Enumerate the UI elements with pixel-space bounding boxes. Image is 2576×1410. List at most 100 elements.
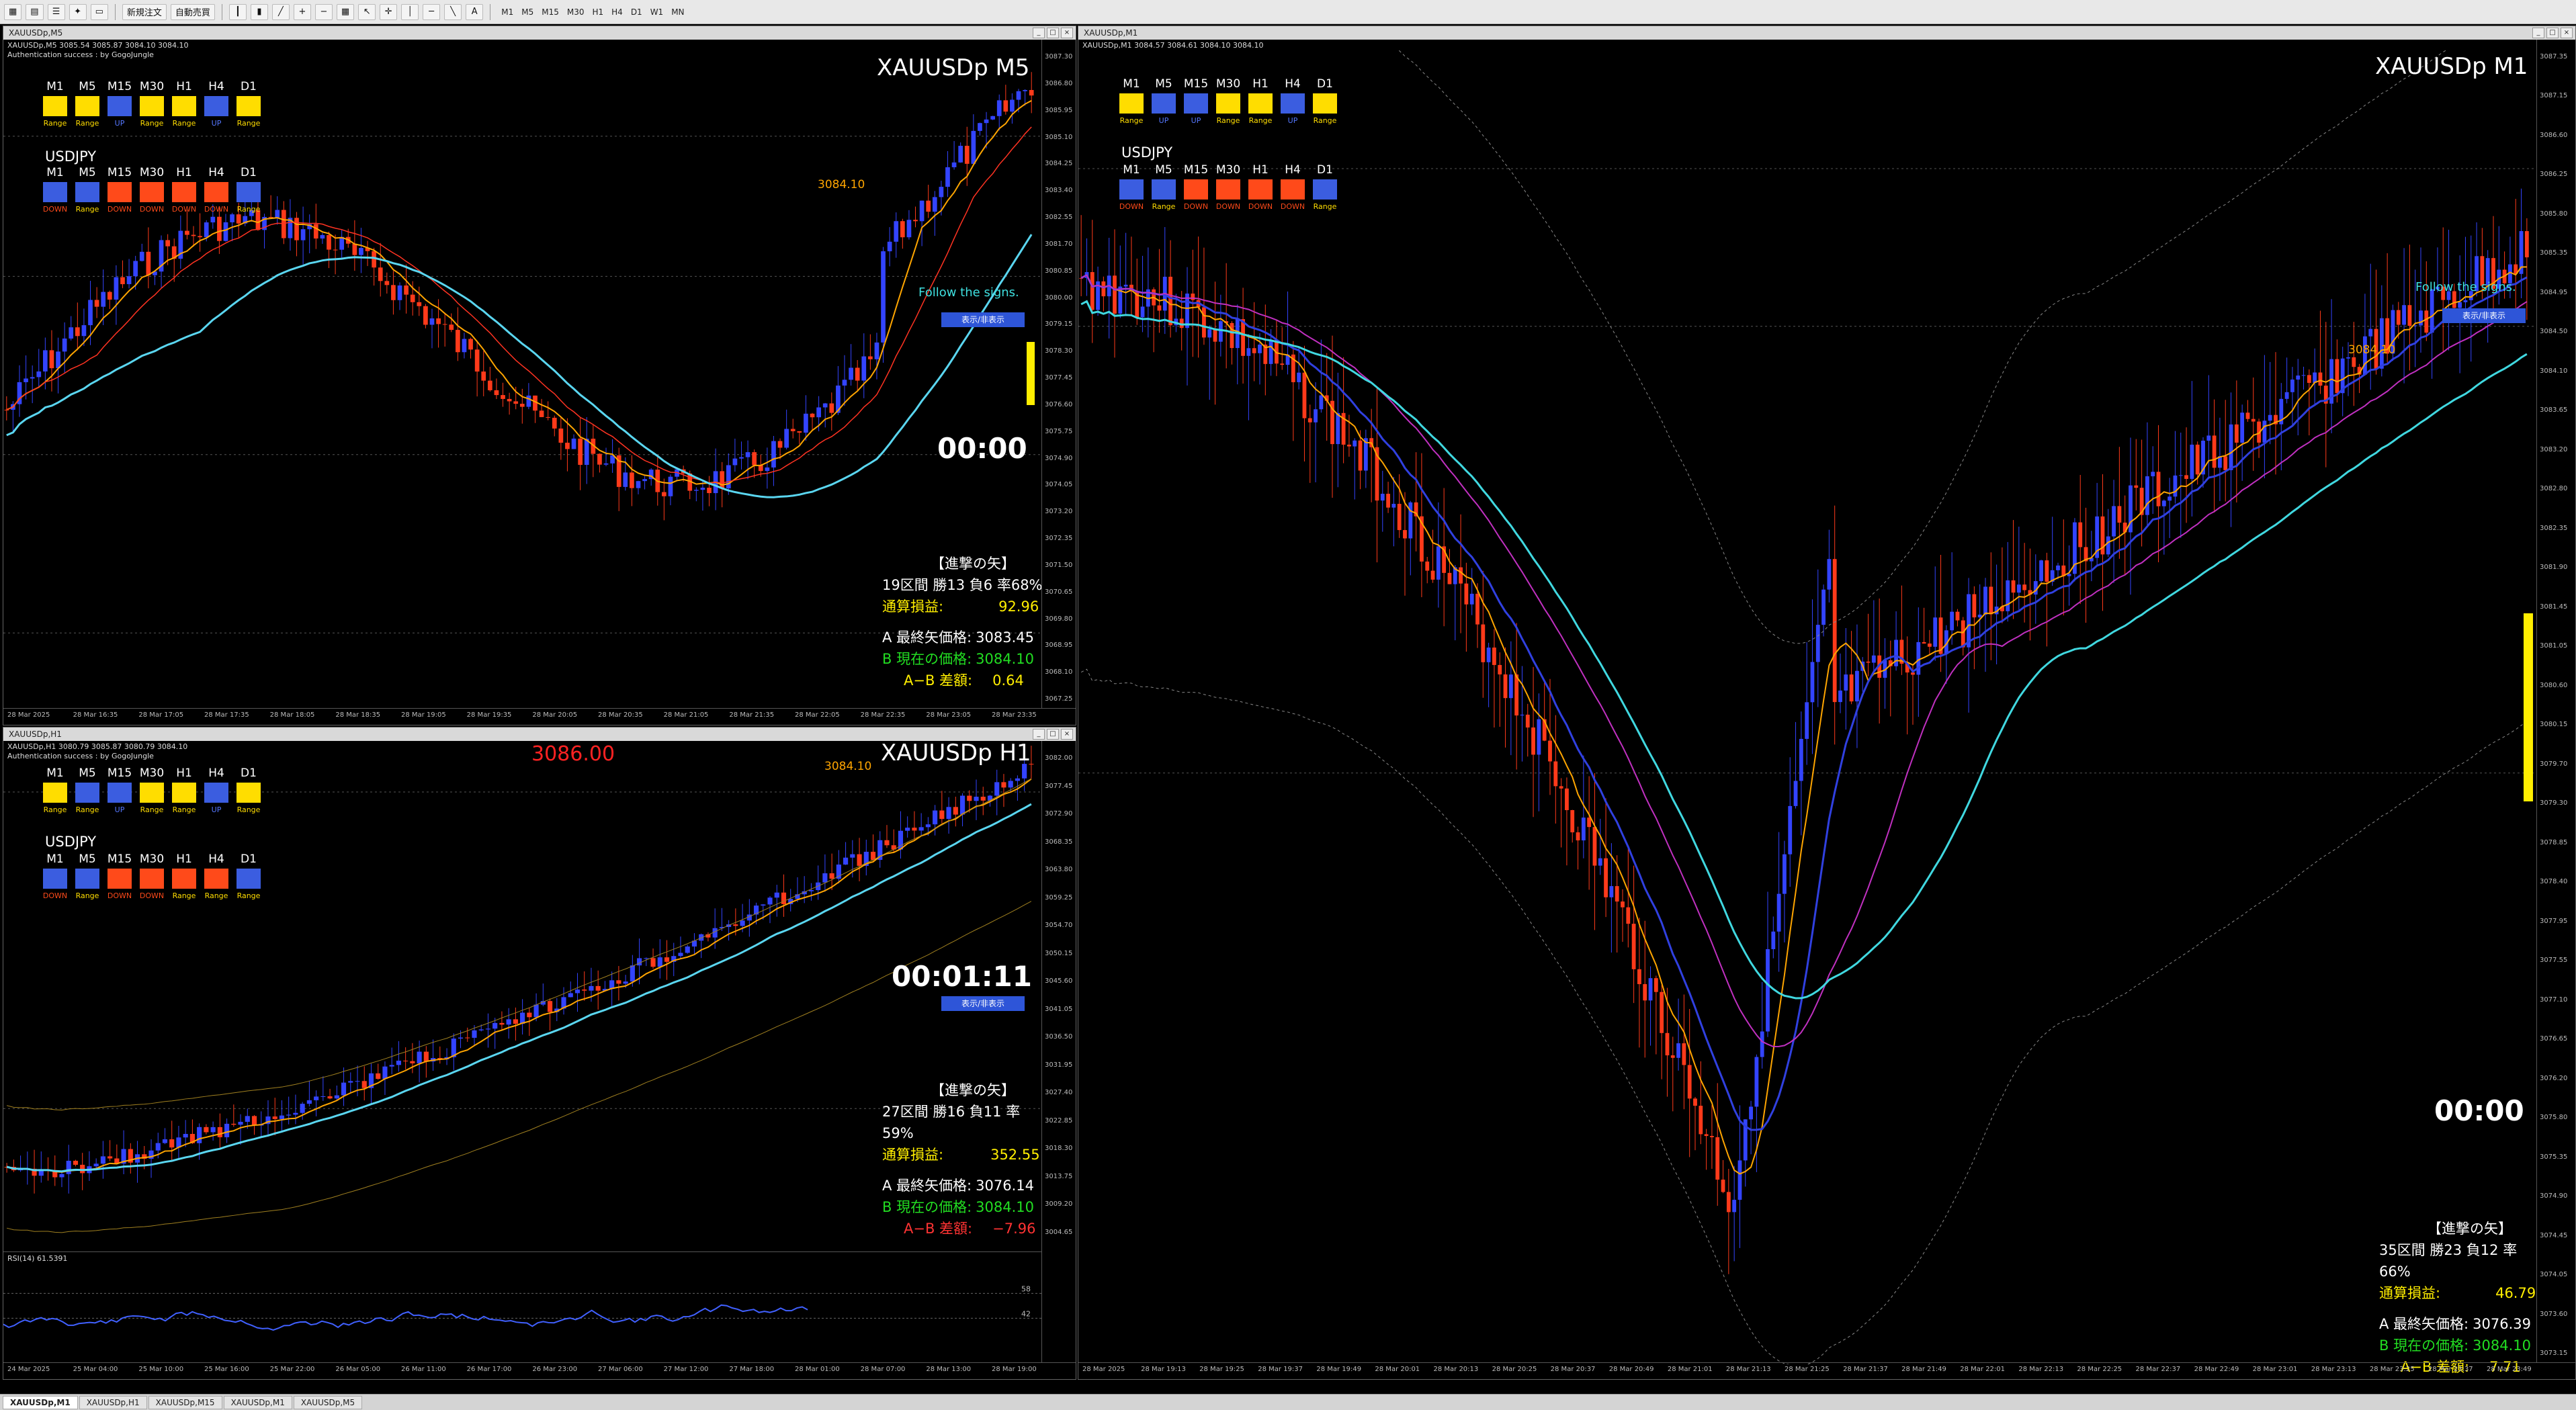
candle <box>1291 341 1295 441</box>
price-tick: 3050.15 <box>1045 949 1073 957</box>
timeframe-h1[interactable]: H1 <box>588 7 607 17</box>
candle <box>148 1139 154 1178</box>
time-tick: 28 Mar 20:49 <box>1608 1366 1654 1373</box>
chart-tab[interactable]: XAUUSDp,M15 <box>148 1395 222 1409</box>
tf-label: M1 <box>46 766 64 780</box>
close-icon[interactable]: × <box>2561 28 2573 38</box>
chart-tab[interactable]: XAUUSDp,H1 <box>79 1395 147 1409</box>
price-tick: 3087.35 <box>2540 53 2568 60</box>
chart-window-m1[interactable]: XAUUSDp,M1 _ □ × XAUUSDp,M1 3084.57 3084.6… <box>1078 26 2576 1380</box>
zoom-out-icon[interactable]: − <box>314 3 333 20</box>
close-icon[interactable]: × <box>1061 729 1073 740</box>
time-axis[interactable]: 28 Mar 2025 28 Mar 16:35 28 Mar 17:05 28 Ma… <box>3 708 1076 725</box>
toggle-button[interactable]: 表示/非表示 <box>941 996 1025 1011</box>
candle <box>2307 369 2311 436</box>
candle <box>2073 518 2077 582</box>
toggle-button[interactable]: 表示/非表示 <box>2442 308 2526 323</box>
price-axis[interactable]: 3082.00 3077.45 3072.90 3068.35 3063.80 3059.… <box>1041 741 1076 1363</box>
navigator-icon[interactable]: ✦ <box>69 3 87 20</box>
horizontal-line-icon[interactable]: ─ <box>423 3 441 20</box>
candle <box>189 1119 195 1144</box>
toggle-button[interactable]: 表示/非表示 <box>941 312 1025 327</box>
timeframe-m30[interactable]: M30 <box>563 7 589 17</box>
timeframe-mn[interactable]: MN <box>667 7 688 17</box>
tf-cell-m5: M5 Range <box>75 766 100 814</box>
candle <box>1648 966 1653 1046</box>
maximize-icon[interactable]: □ <box>1047 729 1059 740</box>
candle <box>327 1088 333 1100</box>
moving-average-line <box>6 778 1032 1111</box>
tf-label: M30 <box>139 80 165 93</box>
tile-windows-icon[interactable]: ▦ <box>336 3 355 20</box>
candle <box>1637 918 1641 1048</box>
minimize-icon[interactable]: _ <box>1033 28 1045 38</box>
minimize-icon[interactable]: _ <box>1033 729 1045 740</box>
bar-chart-icon[interactable]: ┃ <box>228 3 247 20</box>
timeframe-h4[interactable]: H4 <box>607 7 627 17</box>
candle <box>444 1048 449 1065</box>
candle <box>939 791 945 824</box>
candle <box>1905 636 1909 735</box>
timeframe-d1[interactable]: D1 <box>627 7 646 17</box>
tf-cell-m30: M30 Range <box>139 80 165 128</box>
close-icon[interactable]: × <box>1061 28 1073 38</box>
rsi-plot[interactable]: 58 42 <box>3 1264 1041 1363</box>
candle <box>707 476 712 506</box>
auth-message: Authentication success : by GogoJungle <box>7 50 154 59</box>
trendline-icon[interactable]: ╲ <box>444 3 462 20</box>
price-tick: 3080.85 <box>1045 267 1073 275</box>
candle <box>49 330 54 392</box>
text-tool-icon[interactable]: A <box>466 3 484 20</box>
new-order-button[interactable]: 新規注文 <box>122 3 167 20</box>
candle <box>745 440 750 480</box>
timeframe-m5[interactable]: M5 <box>517 7 538 17</box>
tf-cell-m15: M15 DOWN <box>1183 163 1209 211</box>
price-axis[interactable]: 3087.30 3086.80 3085.95 3085.10 3084.25 3083.… <box>1041 40 1076 709</box>
price-axis[interactable]: 3087.35 3087.15 3086.60 3086.25 3085.80 3085.… <box>2536 40 2575 1363</box>
cursor-icon[interactable]: ↖ <box>358 3 376 20</box>
line-chart-icon[interactable]: ╱ <box>271 3 290 20</box>
candle <box>945 150 950 197</box>
crosshair-icon[interactable]: ✛ <box>380 3 398 20</box>
candle <box>80 1153 85 1190</box>
candle <box>1559 778 1563 848</box>
candle <box>616 447 621 511</box>
moving-average-line <box>6 778 1032 1173</box>
candle <box>732 438 738 472</box>
candle <box>558 417 564 460</box>
candle <box>69 316 74 341</box>
timeframe-w1[interactable]: W1 <box>646 7 668 17</box>
chart-tab[interactable]: XAUUSDp,M1 <box>3 1395 78 1409</box>
market-watch-icon[interactable]: ☰ <box>47 3 65 20</box>
time-tick: 26 Mar 23:00 <box>532 1366 578 1373</box>
new-chart-icon[interactable]: ▦ <box>4 3 22 20</box>
vertical-line-icon[interactable]: │ <box>401 3 419 20</box>
candle <box>1609 843 1614 953</box>
timeframe-m15[interactable]: M15 <box>538 7 563 17</box>
candle <box>372 247 376 286</box>
maximize-icon[interactable]: □ <box>2546 28 2559 38</box>
maximize-icon[interactable]: □ <box>1047 28 1059 38</box>
profiles-icon[interactable]: ▤ <box>26 3 44 20</box>
timeframe-m1[interactable]: M1 <box>497 7 517 17</box>
chart-tab[interactable]: XAUUSDp,M1 <box>223 1395 292 1409</box>
price-plot-m1[interactable] <box>1078 50 2536 1364</box>
candle <box>951 140 957 170</box>
candle <box>1983 578 1987 672</box>
auto-trade-button[interactable]: 自動売買 <box>170 3 215 20</box>
time-axis[interactable]: 24 Mar 2025 25 Mar 04:00 25 Mar 10:00 25 Ma… <box>3 1362 1076 1379</box>
candle <box>1916 607 1921 717</box>
chart-window-h1[interactable]: XAUUSDp,H1 _ □ × XAUUSDp,H1 3080.79 3085.8… <box>3 727 1076 1380</box>
minimize-icon[interactable]: _ <box>2532 28 2544 38</box>
candle <box>1760 981 1764 1069</box>
candle <box>2229 392 2233 527</box>
tf-status-text: Range <box>1248 116 1273 125</box>
candle <box>810 412 815 431</box>
candle-chart-icon[interactable]: ▮ <box>250 3 268 20</box>
chart-tab[interactable]: XAUUSDp,M5 <box>293 1395 363 1409</box>
terminal-icon[interactable]: ▭ <box>90 3 108 20</box>
candle <box>1414 452 1418 552</box>
time-axis[interactable]: 28 Mar 2025 28 Mar 19:13 28 Mar 19:25 28 Ma… <box>1078 1362 2575 1379</box>
chart-window-m5[interactable]: XAUUSDp,M5 _ □ × XAUUSDp,M5 3085.54 3085.8… <box>3 26 1076 725</box>
zoom-in-icon[interactable]: + <box>293 3 311 20</box>
